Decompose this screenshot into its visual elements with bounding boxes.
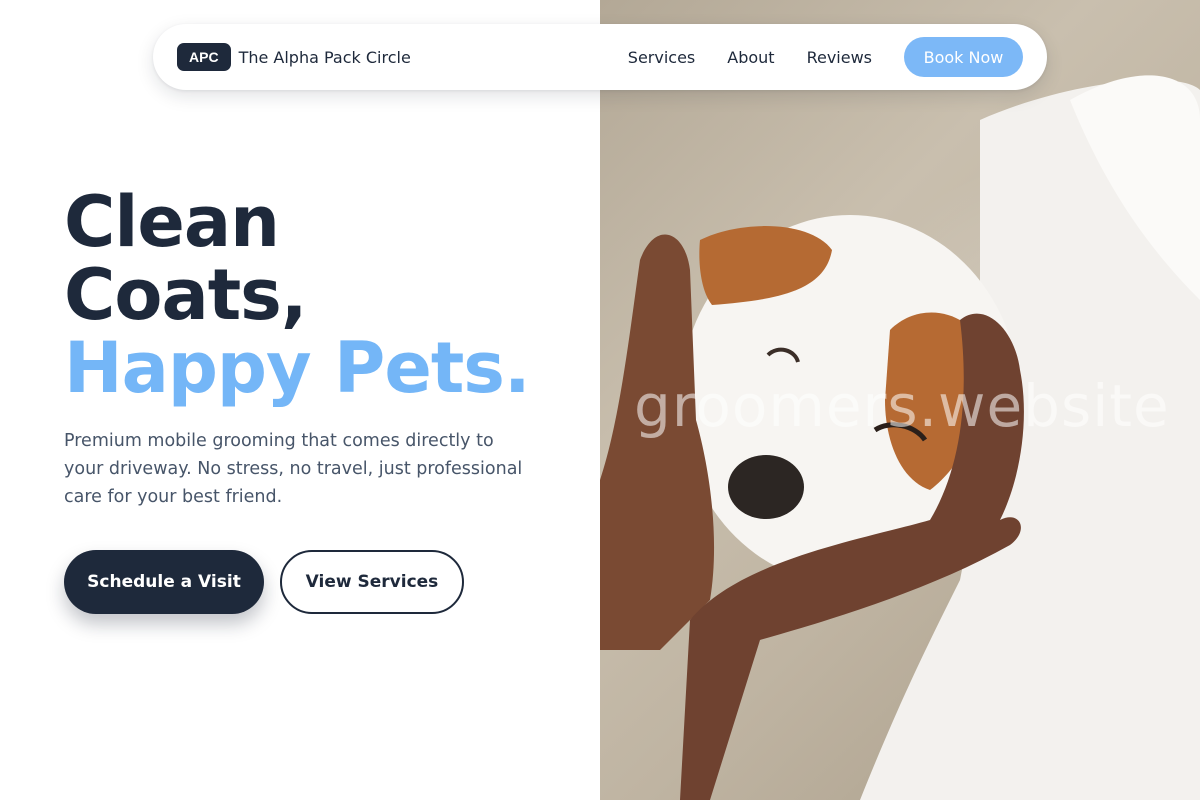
watermark-text: groomers.website <box>634 372 1170 440</box>
nav-link-services[interactable]: Services <box>628 48 695 67</box>
view-services-button[interactable]: View Services <box>280 550 464 614</box>
hero-description: Premium mobile grooming that comes direc… <box>64 431 523 507</box>
nav-link-reviews[interactable]: Reviews <box>807 48 872 67</box>
hero-photo: groomers.website <box>600 0 1200 800</box>
book-now-button[interactable]: Book Now <box>904 37 1023 77</box>
headline-accent: Happy Pets. <box>64 327 531 409</box>
nav-links: Services About Reviews Book Now <box>628 37 1023 77</box>
headline-line-2: Coats, <box>64 254 307 336</box>
brand-name[interactable]: The Alpha Pack Circle <box>239 48 411 67</box>
hero-headline: Clean Coats, Happy Pets. <box>64 181 531 409</box>
top-navbar: APC The Alpha Pack Circle Services About… <box>153 24 1047 90</box>
brand-logo-badge[interactable]: APC <box>177 43 231 71</box>
nav-link-about[interactable]: About <box>727 48 774 67</box>
headline-line-1: Clean <box>64 181 280 263</box>
schedule-visit-button[interactable]: Schedule a Visit <box>64 550 264 614</box>
